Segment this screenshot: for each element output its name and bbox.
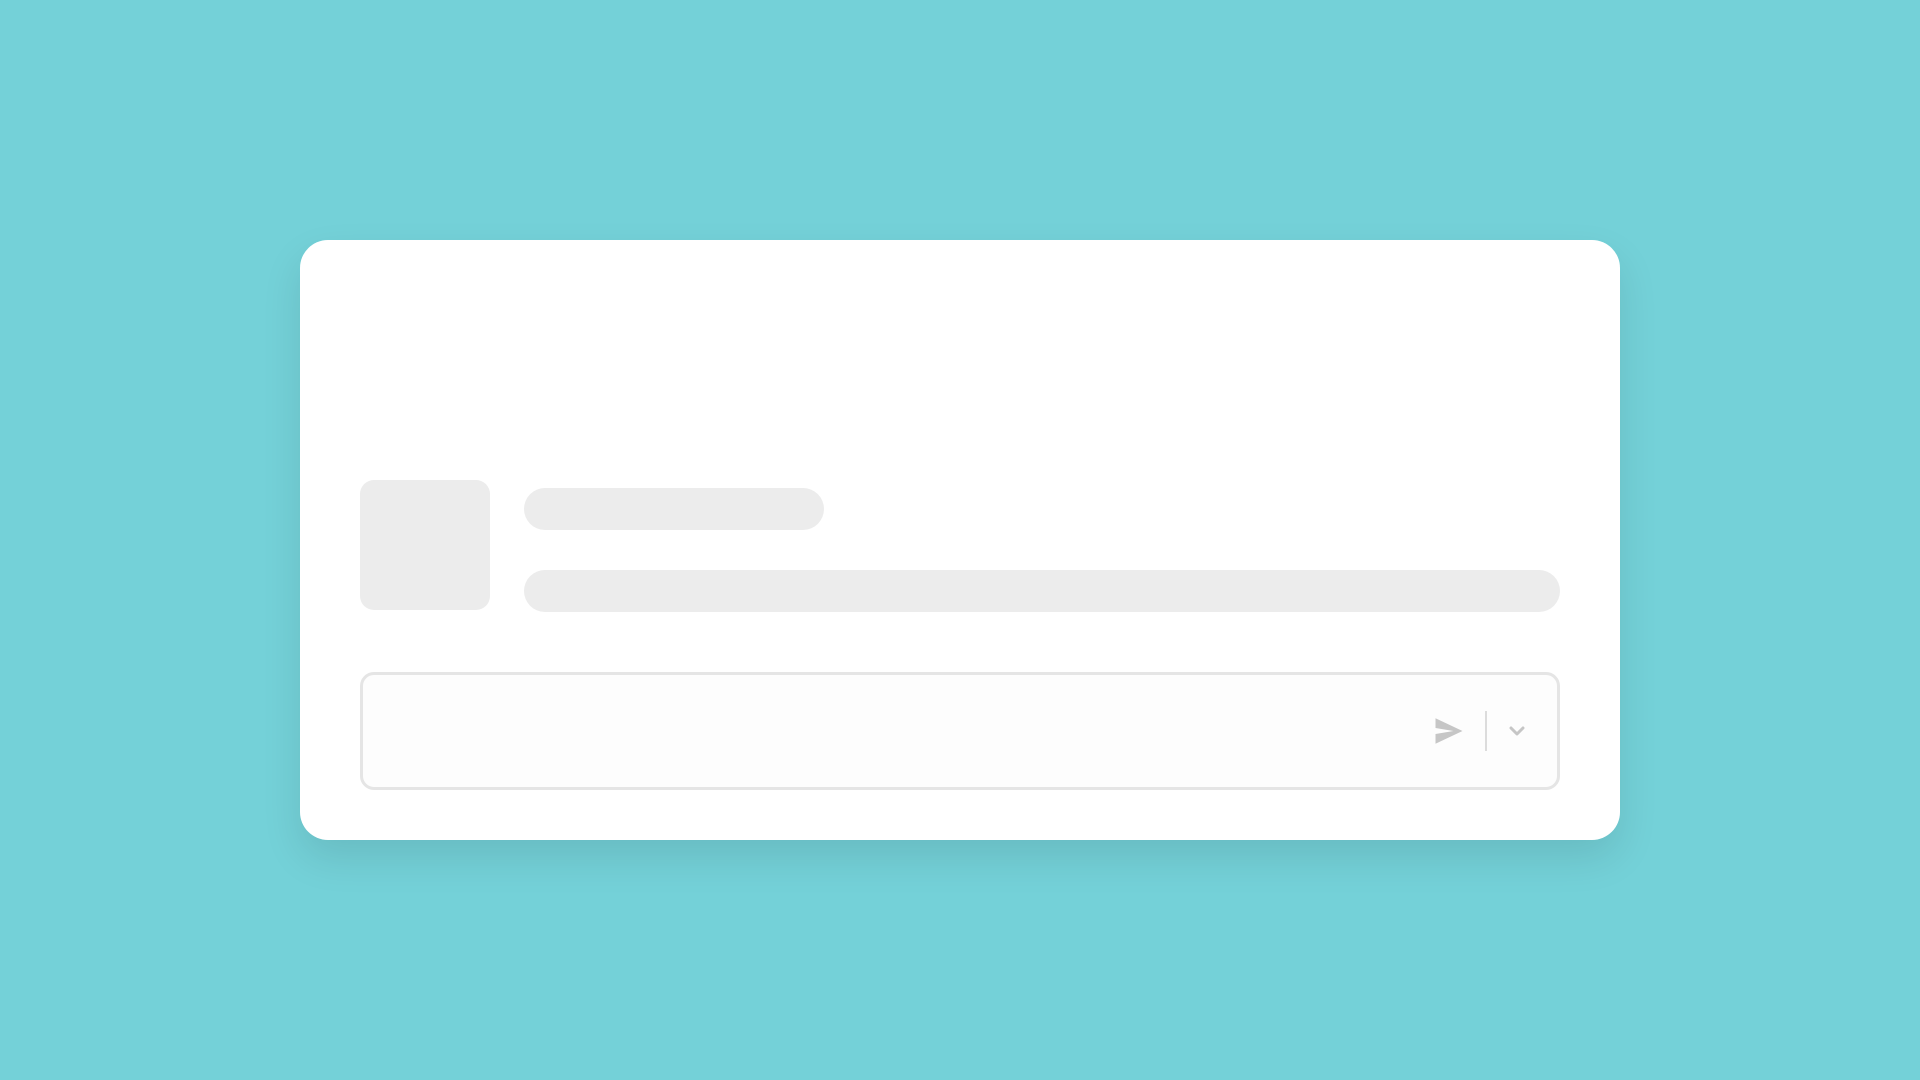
chevron-down-icon: [1505, 719, 1529, 743]
message-row: [360, 480, 1560, 612]
message-body-skeleton: [524, 570, 1560, 612]
send-icon: [1431, 713, 1467, 749]
message-content: [524, 480, 1560, 612]
message-name-skeleton: [524, 488, 824, 530]
send-controls: [1431, 711, 1529, 751]
send-options-button[interactable]: [1505, 719, 1529, 743]
chat-card: [300, 240, 1620, 840]
message-input[interactable]: [391, 675, 1431, 787]
divider: [1485, 711, 1487, 751]
send-button[interactable]: [1431, 713, 1467, 749]
avatar-placeholder: [360, 480, 490, 610]
message-composer[interactable]: [360, 672, 1560, 790]
